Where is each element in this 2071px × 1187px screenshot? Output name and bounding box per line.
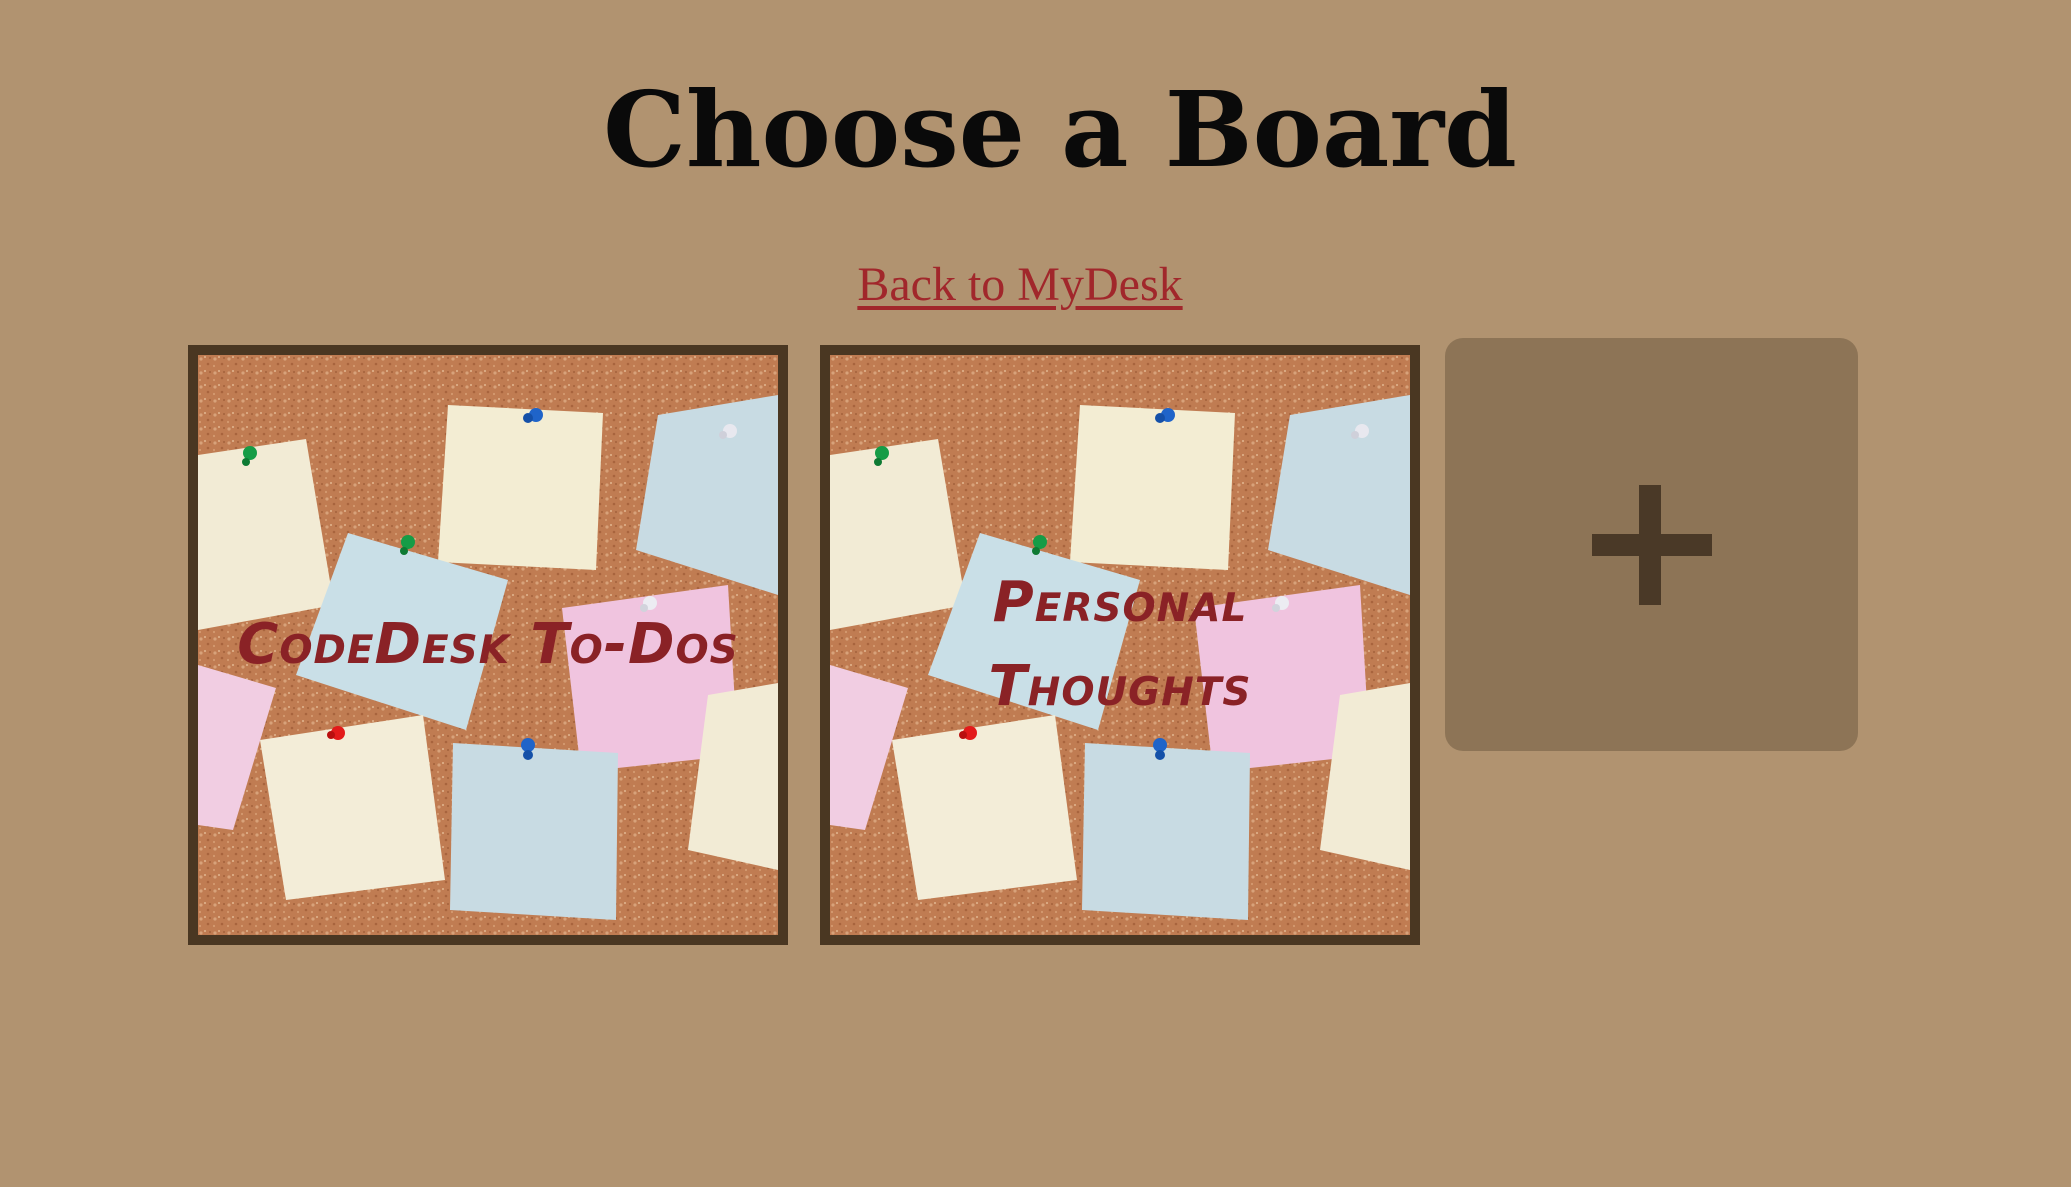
- board-title: CodeDesk To-Dos: [237, 612, 739, 677]
- page-title: Choose a Board: [603, 68, 1517, 191]
- board-card-personal-thoughts[interactable]: Personal Thoughts: [820, 345, 1420, 945]
- board-title: Personal Thoughts: [988, 570, 1252, 719]
- add-board-button[interactable]: [1445, 338, 1858, 751]
- back-to-mydesk-link[interactable]: Back to MyDesk: [0, 253, 2040, 317]
- board-card-codedesk-todos[interactable]: CodeDesk To-Dos: [188, 345, 788, 945]
